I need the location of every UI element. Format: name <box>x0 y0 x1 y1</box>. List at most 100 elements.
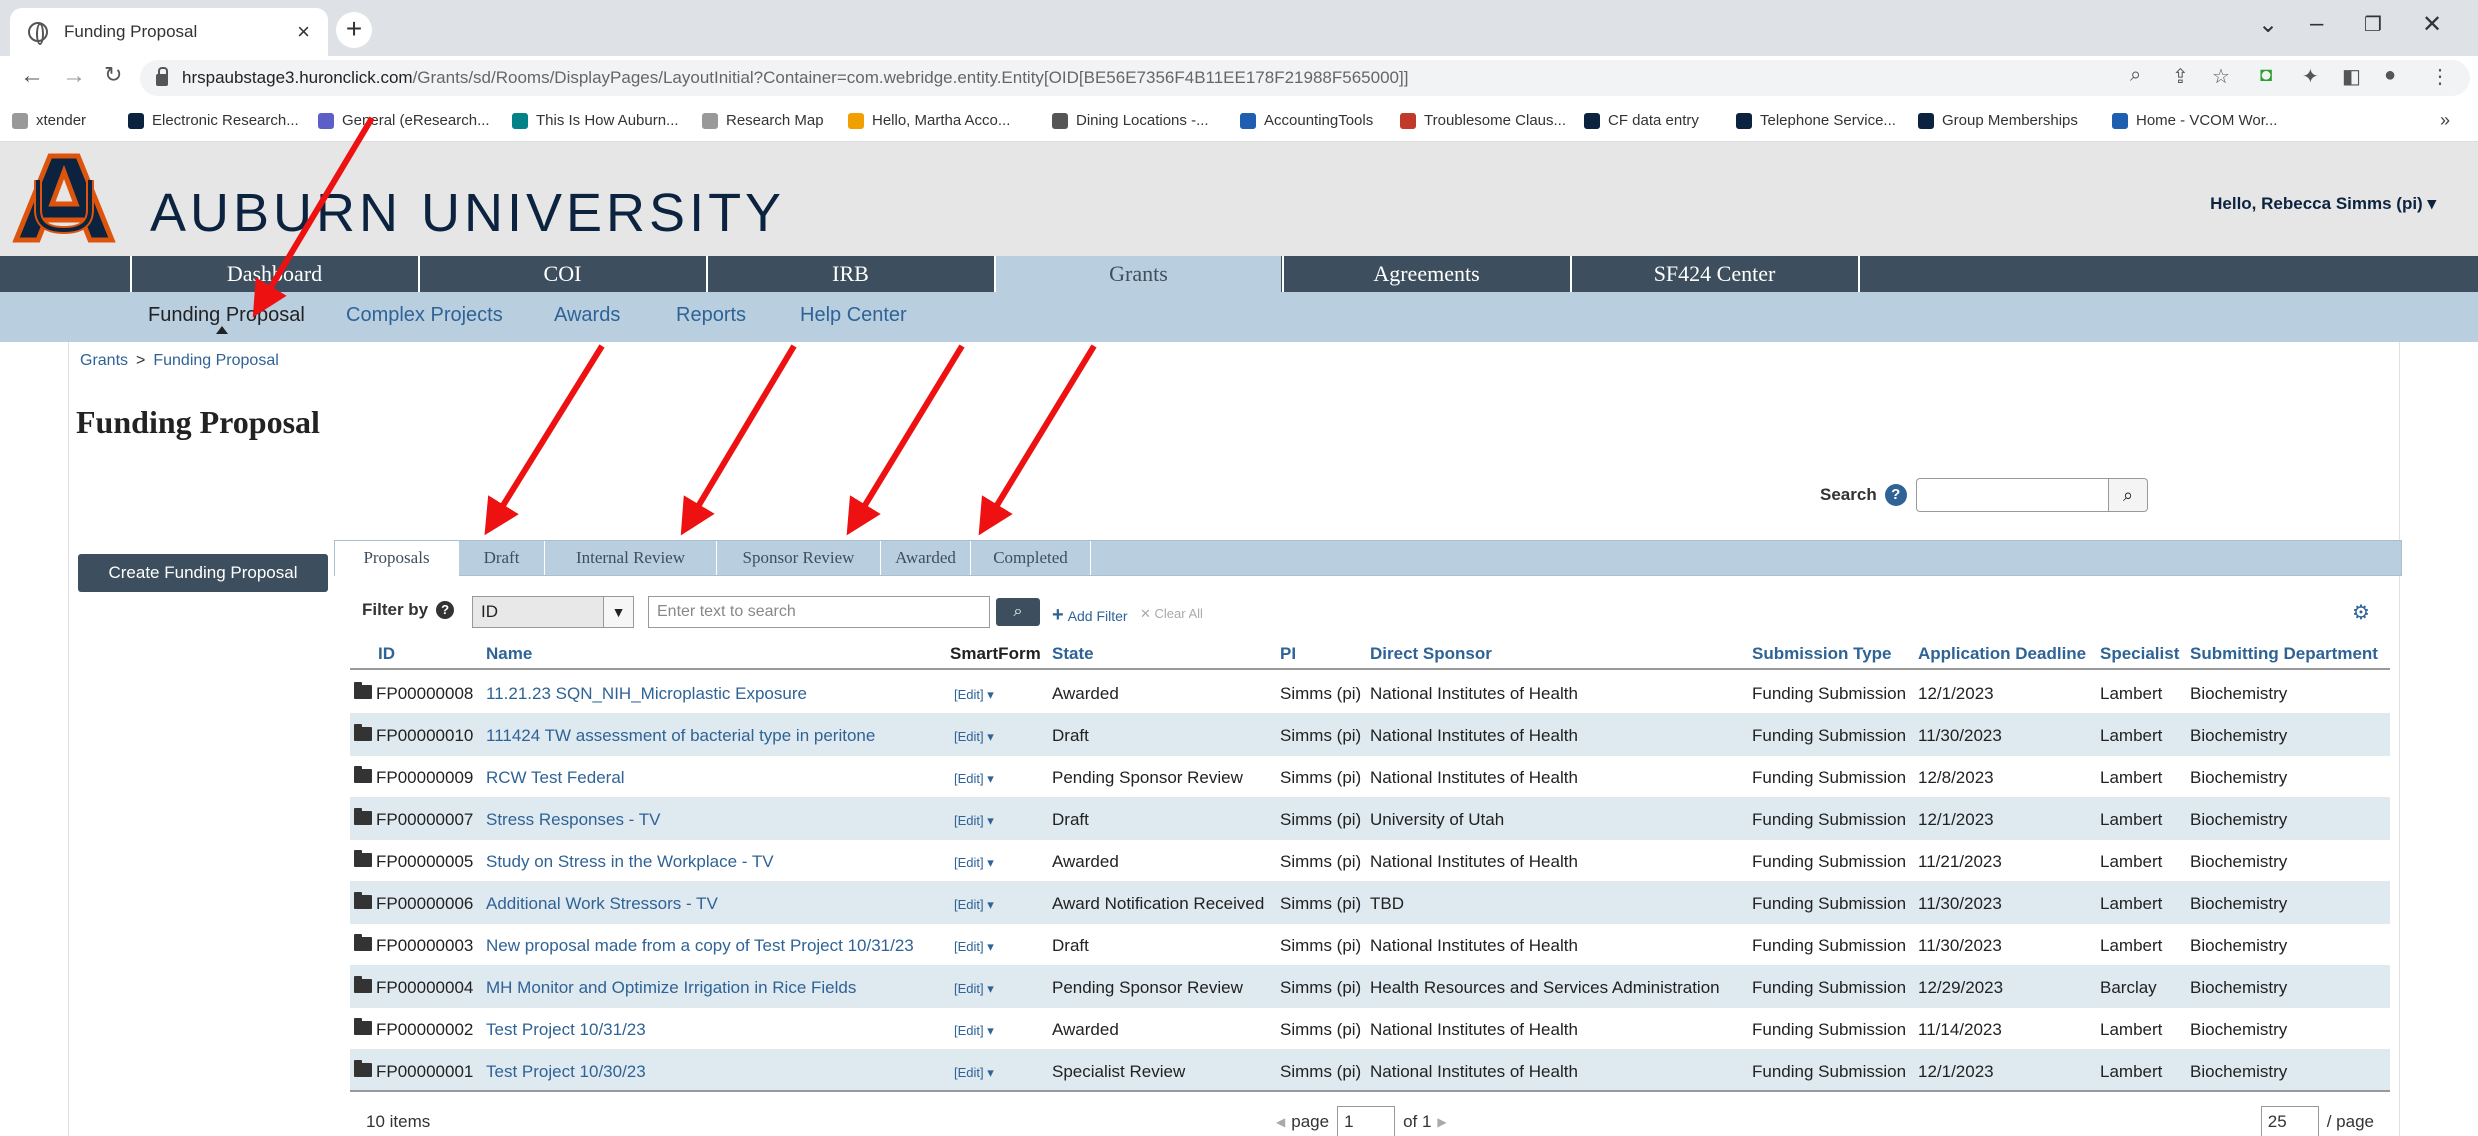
table-row[interactable]: FP00000010 111424 TW assessment of bacter… <box>350 714 2390 756</box>
proposal-name-link[interactable]: Test Project 10/31/23 <box>486 1020 646 1040</box>
bookmark-9[interactable]: Troublesome Claus... <box>1400 112 1566 129</box>
address-bar[interactable]: hrspaubstage3.huronclick.com /Grants/sd/… <box>140 60 2470 96</box>
caret-down-icon[interactable]: ▾ <box>984 729 994 744</box>
column-header-smartform[interactable]: SmartForm <box>950 644 1041 664</box>
puzzle-icon[interactable]: ✦ <box>2302 64 2319 89</box>
bookmark-5[interactable]: Research Map <box>702 112 824 129</box>
help-icon[interactable]: ? <box>1884 484 1907 506</box>
browser-tab[interactable]: Funding Proposal × <box>10 8 328 56</box>
caret-down-icon[interactable]: ▾ <box>984 687 994 702</box>
proposal-name-link[interactable]: 111424 TW assessment of bacterial type i… <box>486 726 875 746</box>
column-header-id[interactable]: ID <box>378 644 395 664</box>
bookmark-6[interactable]: Hello, Martha Acco... <box>848 112 1010 129</box>
column-header-direct-sponsor[interactable]: Direct Sponsor <box>1370 644 1492 664</box>
sub-nav-help-center[interactable]: Help Center <box>800 304 907 327</box>
proposal-name-link[interactable]: MH Monitor and Optimize Irrigation in Ri… <box>486 978 856 998</box>
table-row[interactable]: FP00000001 Test Project 10/30/23 [Edit] ▾ S… <box>350 1050 2390 1092</box>
bookmark-12[interactable]: Group Memberships <box>1918 112 2078 129</box>
main-nav-irb[interactable]: IRB <box>706 256 993 292</box>
edit-menu[interactable]: [Edit] ▾ <box>954 1023 994 1039</box>
column-header-name[interactable]: Name <box>486 644 532 664</box>
share-icon[interactable]: ⇪ <box>2172 64 2189 89</box>
reload-icon[interactable]: ↻ <box>104 62 122 88</box>
edit-menu[interactable]: [Edit] ▾ <box>954 771 994 787</box>
caret-down-icon[interactable]: ▾ <box>984 1023 994 1038</box>
breadcrumb-grants[interactable]: Grants <box>80 352 128 369</box>
column-header-submission-type[interactable]: Submission Type <box>1752 644 1892 664</box>
tab-internal-review[interactable]: Internal Review <box>545 541 717 575</box>
caret-down-icon[interactable]: ▾ <box>984 771 994 786</box>
close-icon[interactable]: × <box>297 19 310 45</box>
extension-icon[interactable]: ◘ <box>2260 64 2272 87</box>
tab-sponsor-review[interactable]: Sponsor Review <box>717 541 881 575</box>
column-header-pi[interactable]: PI <box>1280 644 1296 664</box>
main-nav-coi[interactable]: COI <box>418 256 705 292</box>
table-row[interactable]: FP00000003 New proposal made from a copy … <box>350 924 2390 966</box>
edit-menu[interactable]: [Edit] ▾ <box>954 1065 994 1081</box>
main-nav-agreements[interactable]: Agreements <box>1282 256 1569 292</box>
edit-menu[interactable]: [Edit] ▾ <box>954 897 994 913</box>
search-input[interactable] <box>1916 478 2110 512</box>
bookmark-11[interactable]: Telephone Service... <box>1736 112 1896 129</box>
clear-all-link[interactable]: ✕ Clear All <box>1140 606 1203 622</box>
user-menu[interactable]: Rebecca Simms (pi) <box>2261 194 2423 213</box>
side-panel-icon[interactable]: ◧ <box>2342 64 2361 89</box>
column-header-application-deadline[interactable]: Application Deadline <box>1918 644 2086 664</box>
tab-completed[interactable]: Completed <box>971 541 1091 575</box>
prev-page-icon[interactable]: ◀ <box>1276 1115 1285 1129</box>
edit-menu[interactable]: [Edit] ▾ <box>954 939 994 955</box>
bookmark-13[interactable]: Home - VCOM Wor... <box>2112 112 2277 129</box>
user-greeting[interactable]: Hello, Rebecca Simms (pi) ▾ <box>2210 194 2436 214</box>
main-nav-sf424-center[interactable]: SF424 Center <box>1570 256 1857 292</box>
proposal-name-link[interactable]: Test Project 10/30/23 <box>486 1062 646 1082</box>
edit-menu[interactable]: [Edit] ▾ <box>954 813 994 829</box>
back-icon[interactable]: ← <box>20 62 44 90</box>
edit-menu[interactable]: [Edit] ▾ <box>954 687 994 703</box>
caret-down-icon[interactable]: ▾ <box>984 897 994 912</box>
forward-icon[interactable]: → <box>62 62 86 90</box>
caret-down-icon[interactable]: ▾ <box>984 1065 994 1080</box>
create-funding-proposal-button[interactable]: Create Funding Proposal <box>78 554 328 592</box>
edit-menu[interactable]: [Edit] ▾ <box>954 729 994 745</box>
sub-nav-awards[interactable]: Awards <box>554 304 620 327</box>
bookmark-10[interactable]: CF data entry <box>1584 112 1699 129</box>
edit-menu[interactable]: [Edit] ▾ <box>954 855 994 871</box>
column-header-submitting-department[interactable]: Submitting Department <box>2190 644 2378 664</box>
breadcrumb-funding-proposal[interactable]: Funding Proposal <box>153 352 278 369</box>
proposal-name-link[interactable]: New proposal made from a copy of Test Pr… <box>486 936 914 956</box>
table-row[interactable]: FP00000008 11.21.23 SQN_NIH_Microplastic … <box>350 672 2390 714</box>
filter-search-button[interactable]: ⌕ <box>996 598 1040 626</box>
table-row[interactable]: FP00000005 Study on Stress in the Workpla… <box>350 840 2390 882</box>
bookmark-4[interactable]: This Is How Auburn... <box>512 112 679 129</box>
restore-icon[interactable]: ❐ <box>2364 12 2382 37</box>
edit-menu[interactable]: [Edit] ▾ <box>954 981 994 997</box>
bookmark-2[interactable]: Electronic Research... <box>128 112 299 129</box>
proposal-name-link[interactable]: RCW Test Federal <box>486 768 625 788</box>
caret-down-icon[interactable]: ▾ <box>984 981 994 996</box>
filter-help-icon[interactable]: ? <box>436 601 455 619</box>
main-nav-grants[interactable]: Grants <box>994 256 1281 292</box>
tab-awarded[interactable]: Awarded <box>881 541 971 575</box>
bookmarks-overflow-icon[interactable]: » <box>2440 110 2450 131</box>
caret-down-icon[interactable]: ▾ <box>2427 194 2436 213</box>
zoom-icon[interactable]: ⌕ <box>2130 64 2141 87</box>
star-icon[interactable]: ☆ <box>2212 64 2230 89</box>
sub-nav-reports[interactable]: Reports <box>676 304 746 327</box>
bookmark-7[interactable]: Dining Locations -... <box>1052 112 1209 129</box>
caret-down-icon[interactable]: ▾ <box>984 813 994 828</box>
table-row[interactable]: FP00000004 MH Monitor and Optimize Irriga… <box>350 966 2390 1008</box>
add-filter-link[interactable]: + Add Filter <box>1052 604 1128 627</box>
bookmark-3[interactable]: General (eResearch... <box>318 112 490 129</box>
proposal-name-link[interactable]: Study on Stress in the Workplace - TV <box>486 852 774 872</box>
minimize-icon[interactable]: – <box>2310 10 2323 38</box>
proposal-name-link[interactable]: 11.21.23 SQN_NIH_Microplastic Exposure <box>486 684 807 704</box>
chevron-down-icon[interactable]: ⌄ <box>2258 10 2278 39</box>
sub-nav-complex-projects[interactable]: Complex Projects <box>346 304 503 327</box>
filter-text-input[interactable]: Enter text to search <box>648 596 990 628</box>
gear-icon[interactable]: ⚙ <box>2352 600 2370 625</box>
column-header-state[interactable]: State <box>1052 644 1094 664</box>
column-header-specialist[interactable]: Specialist <box>2100 644 2179 664</box>
table-row[interactable]: FP00000002 Test Project 10/31/23 [Edit] ▾ A… <box>350 1008 2390 1050</box>
sub-nav-funding-proposal[interactable]: Funding Proposal <box>148 304 305 327</box>
caret-down-icon[interactable]: ▾ <box>984 855 994 870</box>
